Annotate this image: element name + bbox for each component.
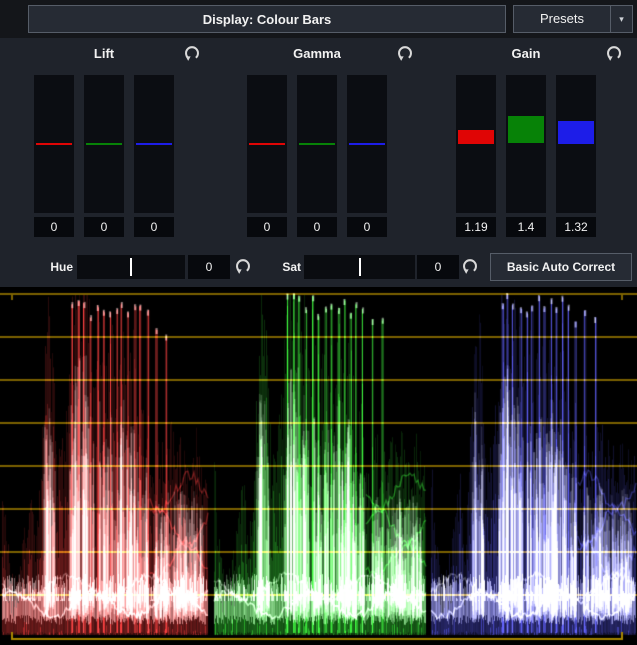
lift-red-slider[interactable] <box>34 75 74 213</box>
rgb-parade-waveform-display <box>0 287 637 645</box>
gain-red-slider[interactable] <box>456 75 496 213</box>
presets-label: Presets <box>514 6 610 32</box>
top-bar: Display: Colour Bars Presets ▾ <box>0 0 637 38</box>
sat-slider-marker[interactable] <box>359 258 361 276</box>
gamma-blue-slider[interactable] <box>347 75 387 213</box>
sat-label: Sat <box>272 253 301 281</box>
lift-green-value[interactable]: 0 <box>84 217 124 237</box>
hue-reset-icon[interactable] <box>234 257 252 275</box>
lift-green-handle[interactable] <box>86 143 122 145</box>
gamma-blue-handle[interactable] <box>349 143 385 145</box>
display-mode-label: Display: Colour Bars <box>203 12 332 27</box>
gain-red-handle[interactable] <box>458 130 494 144</box>
chevron-down-icon[interactable]: ▾ <box>610 6 632 32</box>
hue-slider-marker[interactable] <box>130 258 132 276</box>
hue-slider[interactable] <box>77 255 185 279</box>
gamma-blue-value[interactable]: 0 <box>347 217 387 237</box>
lift-red-value[interactable]: 0 <box>34 217 74 237</box>
hue-value[interactable]: 0 <box>188 255 230 279</box>
display-mode-button[interactable]: Display: Colour Bars <box>28 5 506 33</box>
sat-value[interactable]: 0 <box>417 255 459 279</box>
hue-label: Hue <box>40 253 73 281</box>
gain-blue-handle[interactable] <box>558 121 594 144</box>
sat-reset-icon[interactable] <box>461 257 479 275</box>
gamma-green-value[interactable]: 0 <box>297 217 337 237</box>
gain-blue-value[interactable]: 1.32 <box>556 217 596 237</box>
lift-blue-slider[interactable] <box>134 75 174 213</box>
lift-blue-value[interactable]: 0 <box>134 217 174 237</box>
lift-red-handle[interactable] <box>36 143 72 145</box>
gain-green-value[interactable]: 1.4 <box>506 217 546 237</box>
basic-auto-correct-button[interactable]: Basic Auto Correct <box>490 253 632 281</box>
gain-blue-slider[interactable] <box>556 75 596 213</box>
gamma-red-slider[interactable] <box>247 75 287 213</box>
gain-reset-icon[interactable] <box>605 44 623 62</box>
gamma-group: Gamma 0 0 0 <box>247 42 387 238</box>
colour-correction-panel: Display: Colour Bars Presets ▾ Lift 0 0 <box>0 0 637 645</box>
lift-reset-icon[interactable] <box>183 44 201 62</box>
basic-auto-correct-label: Basic Auto Correct <box>507 260 615 274</box>
lift-group: Lift 0 0 0 <box>34 42 174 238</box>
gain-group: Gain 1.19 1.4 1.32 <box>456 42 596 238</box>
gain-green-slider[interactable] <box>506 75 546 213</box>
gamma-green-handle[interactable] <box>299 143 335 145</box>
sat-slider[interactable] <box>304 255 415 279</box>
gain-green-handle[interactable] <box>508 116 544 143</box>
gamma-reset-icon[interactable] <box>396 44 414 62</box>
presets-button[interactable]: Presets ▾ <box>513 5 633 33</box>
lift-green-slider[interactable] <box>84 75 124 213</box>
gamma-red-handle[interactable] <box>249 143 285 145</box>
lift-blue-handle[interactable] <box>136 143 172 145</box>
gain-red-value[interactable]: 1.19 <box>456 217 496 237</box>
gamma-red-value[interactable]: 0 <box>247 217 287 237</box>
gamma-green-slider[interactable] <box>297 75 337 213</box>
